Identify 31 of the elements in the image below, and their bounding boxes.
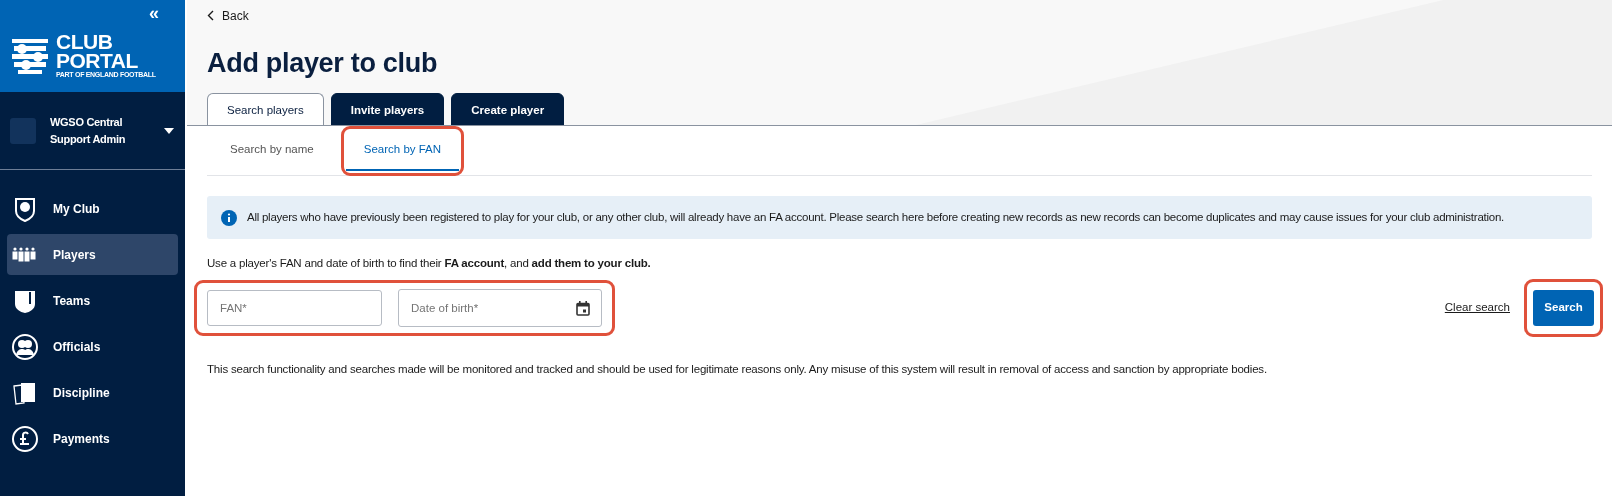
brand-name: PORTAL (56, 51, 139, 70)
disclaimer-text: This search functionality and searches made will be monitored and tracked and should be used for legitimate reasons only. Any misuse of this system will result in removal of access and sanction by appropriate bodies. (207, 361, 1268, 377)
info-icon (221, 209, 237, 226)
dropdown-caret-icon[interactable] (164, 127, 174, 134)
instruction-text: Use a player's FAN and date of birth to find their FA account, and add them to your club. (207, 256, 652, 272)
nav-item[interactable]: Discipline (7, 372, 178, 413)
pound-icon (11, 424, 39, 453)
avatar (10, 117, 36, 144)
people-icon (11, 332, 39, 361)
nav-item[interactable]: My Club (7, 188, 178, 229)
brand-name: CLUB (56, 32, 114, 51)
clear-search-link[interactable]: Clear search (1444, 298, 1510, 317)
page-title: Add player to club (207, 47, 439, 80)
info-text: All players who have previously been registered to play for your club, or any other club, will already have an FA account. Please search here before creating new records as new records can become duplicates and may cause issues for your club administration. (247, 210, 1505, 225)
tab[interactable]: Invite players (330, 93, 445, 125)
calendar-icon[interactable] (576, 300, 590, 316)
nav-item[interactable]: Players (7, 234, 178, 275)
chevron-left-icon (207, 10, 214, 21)
back-link[interactable]: Back (207, 6, 249, 25)
nav-item[interactable]: Payments (7, 418, 178, 459)
tab[interactable]: Create player (451, 93, 565, 125)
collapse-icon[interactable]: « (149, 4, 159, 22)
tab[interactable]: Search players (207, 93, 324, 125)
sub-tab[interactable]: Search by FAN (345, 130, 460, 171)
nav-item[interactable]: Teams (7, 280, 178, 321)
sub-tab[interactable]: Search by name (212, 130, 332, 171)
nav-item[interactable]: Officials (7, 326, 178, 367)
fan-field[interactable]: FAN* (207, 289, 382, 326)
search-button[interactable]: Search (1533, 289, 1594, 326)
user-name: WGSO Central Support Admin (50, 114, 127, 147)
date-field[interactable]: Date of birth* (398, 288, 602, 327)
